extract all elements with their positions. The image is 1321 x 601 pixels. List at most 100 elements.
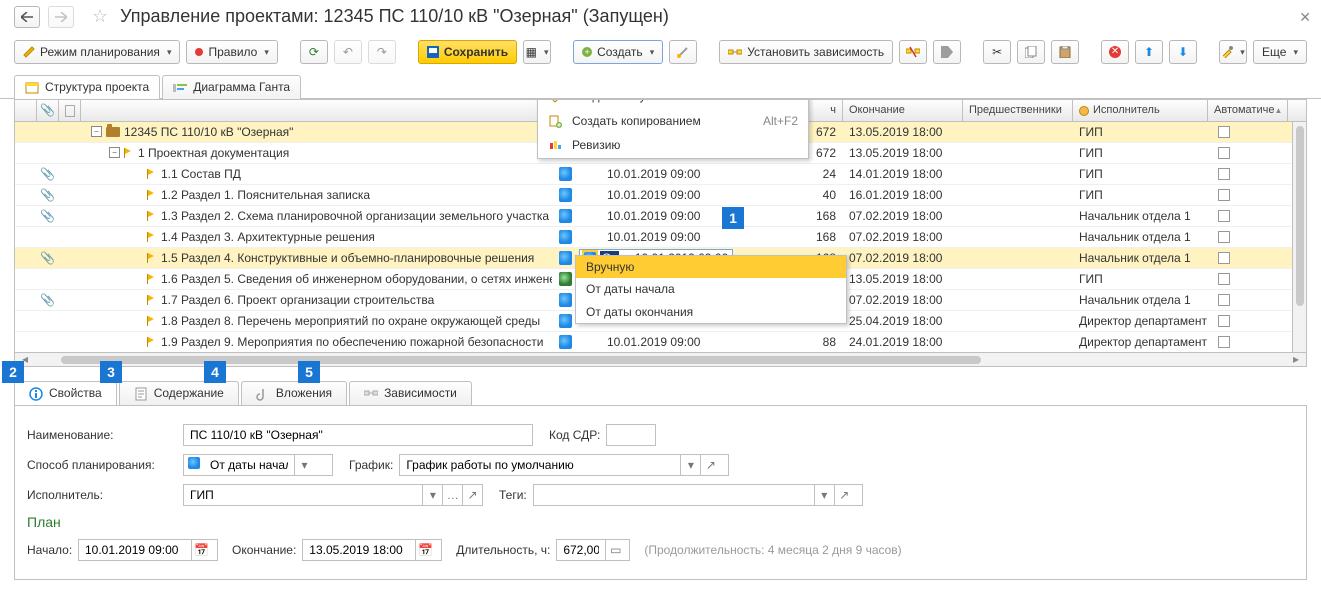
col-auto[interactable]: Автоматиче ▲ — [1208, 100, 1288, 121]
plan-from-start-icon[interactable] — [559, 209, 572, 223]
col-name[interactable] — [81, 100, 553, 121]
col-expand[interactable] — [15, 100, 37, 121]
top-tabs: Структура проектаДиаграмма Ганта — [0, 74, 1321, 99]
name-field[interactable] — [183, 424, 533, 446]
plan-from-start-icon[interactable] — [559, 314, 572, 328]
table-row[interactable]: 1.9 Раздел 9. Мероприятия по обеспечению… — [15, 332, 1307, 353]
plan-mode-dropdown[interactable]: ВручнуюОт даты началаОт даты окончания — [575, 255, 847, 324]
grid-options-button[interactable]: ▦▾ — [523, 40, 551, 64]
undo-button[interactable]: ↶ — [334, 40, 362, 64]
auto-checkbox[interactable] — [1218, 168, 1230, 180]
expand-toggle[interactable]: − — [109, 147, 120, 158]
planning-mode-button[interactable]: Режим планирования▾ — [14, 40, 180, 64]
open-icon[interactable]: ↗ — [834, 485, 854, 505]
start-field[interactable]: 📅 — [78, 539, 218, 561]
auto-checkbox[interactable] — [1218, 336, 1230, 348]
top-tab[interactable]: Диаграмма Ганта — [162, 75, 301, 99]
ellipsis-icon[interactable]: … — [442, 485, 462, 505]
auto-checkbox[interactable] — [1218, 273, 1230, 285]
create-button[interactable]: + Создать▾ — [573, 40, 663, 64]
code-field[interactable] — [606, 424, 656, 446]
auto-checkbox[interactable] — [1218, 189, 1230, 201]
auto-checkbox[interactable] — [1218, 231, 1230, 243]
move-up-button[interactable]: ⬆ — [1135, 40, 1163, 64]
create-menu-item[interactable]: Создать вехуAlt+F4 — [538, 99, 808, 109]
more-button[interactable]: Еще▾ — [1253, 40, 1307, 64]
plan-mode-option[interactable]: Вручную — [576, 256, 846, 278]
bottom-tab-Вложения[interactable]: Вложения — [241, 381, 347, 405]
settings-button[interactable]: ▾ — [1219, 40, 1247, 64]
attach-button[interactable] — [669, 40, 697, 64]
plan-mode-option[interactable]: От даты окончания — [576, 301, 846, 323]
chevron-down-icon[interactable]: ▾ — [294, 455, 314, 475]
flag-icon — [147, 274, 157, 284]
open-icon[interactable]: ↗ — [700, 455, 720, 475]
bottom-tab-Зависимости[interactable]: Зависимости — [349, 381, 472, 405]
col-document-icon[interactable] — [59, 100, 81, 121]
flag-icon — [147, 295, 157, 305]
annotation-3: 3 — [100, 361, 122, 383]
exec-select[interactable]: ▾ … ↗ — [183, 484, 483, 506]
chevron-down-icon[interactable]: ▾ — [680, 455, 700, 475]
tag-button[interactable] — [933, 40, 961, 64]
col-executor[interactable]: Исполнитель — [1073, 100, 1208, 121]
move-down-button[interactable]: ⬇ — [1169, 40, 1197, 64]
create-menu-item[interactable]: Создать копированиемAlt+F2 — [538, 109, 808, 133]
save-button[interactable]: Сохранить — [418, 40, 517, 64]
annotation-5: 5 — [298, 361, 320, 383]
nav-forward-button[interactable] — [48, 6, 74, 28]
calendar-icon[interactable]: 📅 — [191, 540, 211, 560]
copy-button[interactable] — [1017, 40, 1045, 64]
open-icon[interactable]: ↗ — [462, 485, 482, 505]
table-row[interactable]: 📎 1.2 Раздел 1. Пояснительная записка10.… — [15, 185, 1307, 206]
bottom-tab-Содержание[interactable]: Содержание — [119, 381, 239, 405]
plan-from-start-icon[interactable] — [559, 335, 572, 349]
redo-button[interactable]: ↷ — [368, 40, 396, 64]
chevron-down-icon[interactable]: ▾ — [422, 485, 442, 505]
expand-toggle[interactable]: − — [91, 126, 102, 137]
sched-select[interactable]: ▾ ↗ — [399, 454, 729, 476]
auto-checkbox[interactable] — [1218, 210, 1230, 222]
auto-checkbox[interactable] — [1218, 252, 1230, 264]
auto-checkbox[interactable] — [1218, 126, 1230, 138]
plan-mode-option[interactable]: От даты начала — [576, 278, 846, 300]
end-field[interactable]: 📅 — [302, 539, 442, 561]
plan-from-start-icon[interactable] — [559, 251, 572, 265]
plan-manual-icon[interactable] — [559, 272, 572, 286]
calendar-icon[interactable]: 📅 — [415, 540, 435, 560]
col-predecessors[interactable]: Предшественники — [963, 100, 1073, 121]
plan-from-start-icon[interactable] — [559, 230, 572, 244]
col-attachment-icon[interactable]: 📎 — [37, 100, 59, 121]
refresh-button[interactable]: ⟳ — [300, 40, 328, 64]
auto-checkbox[interactable] — [1218, 147, 1230, 159]
vertical-scrollbar[interactable] — [1292, 122, 1306, 352]
close-button[interactable]: ✕ — [1299, 9, 1311, 26]
unlink-button[interactable] — [899, 40, 927, 64]
chevron-down-icon[interactable]: ▾ — [814, 485, 834, 505]
set-dependency-button[interactable]: Установить зависимость — [719, 40, 893, 64]
table-row[interactable]: 📎 1.3 Раздел 2. Схема планировочной орга… — [15, 206, 1307, 227]
table-row[interactable]: 1.4 Раздел 3. Архитектурные решения10.01… — [15, 227, 1307, 248]
star-icon[interactable]: ☆ — [92, 6, 108, 28]
create-menu[interactable]: Создать этапAlt+F3Создать вехуAlt+F4Созд… — [537, 99, 809, 159]
col-end[interactable]: Окончание — [843, 100, 963, 121]
bottom-tab-Свойства[interactable]: Свойства — [14, 381, 117, 405]
plan-from-start-icon[interactable] — [559, 167, 572, 181]
plan-from-start-icon[interactable] — [559, 188, 572, 202]
create-menu-item[interactable]: Ревизию — [538, 133, 808, 157]
method-select[interactable]: ▾ — [183, 454, 333, 476]
auto-checkbox[interactable] — [1218, 294, 1230, 306]
calc-icon[interactable]: ▭ — [605, 540, 625, 560]
cut-button[interactable]: ✂ — [983, 40, 1011, 64]
plan-from-start-icon[interactable] — [559, 293, 572, 307]
tags-select[interactable]: ▾ ↗ — [533, 484, 863, 506]
auto-checkbox[interactable] — [1218, 315, 1230, 327]
save-label: Сохранить — [444, 45, 508, 59]
table-row[interactable]: 📎 1.1 Состав ПД10.01.2019 09:002414.01.2… — [15, 164, 1307, 185]
rule-button[interactable]: Правило▾ — [186, 40, 277, 64]
delete-button[interactable]: ✕ — [1101, 40, 1129, 64]
top-tab[interactable]: Структура проекта — [14, 75, 160, 99]
paste-button[interactable] — [1051, 40, 1079, 64]
dur-field[interactable]: ▭ — [556, 539, 630, 561]
nav-back-button[interactable] — [14, 6, 40, 28]
